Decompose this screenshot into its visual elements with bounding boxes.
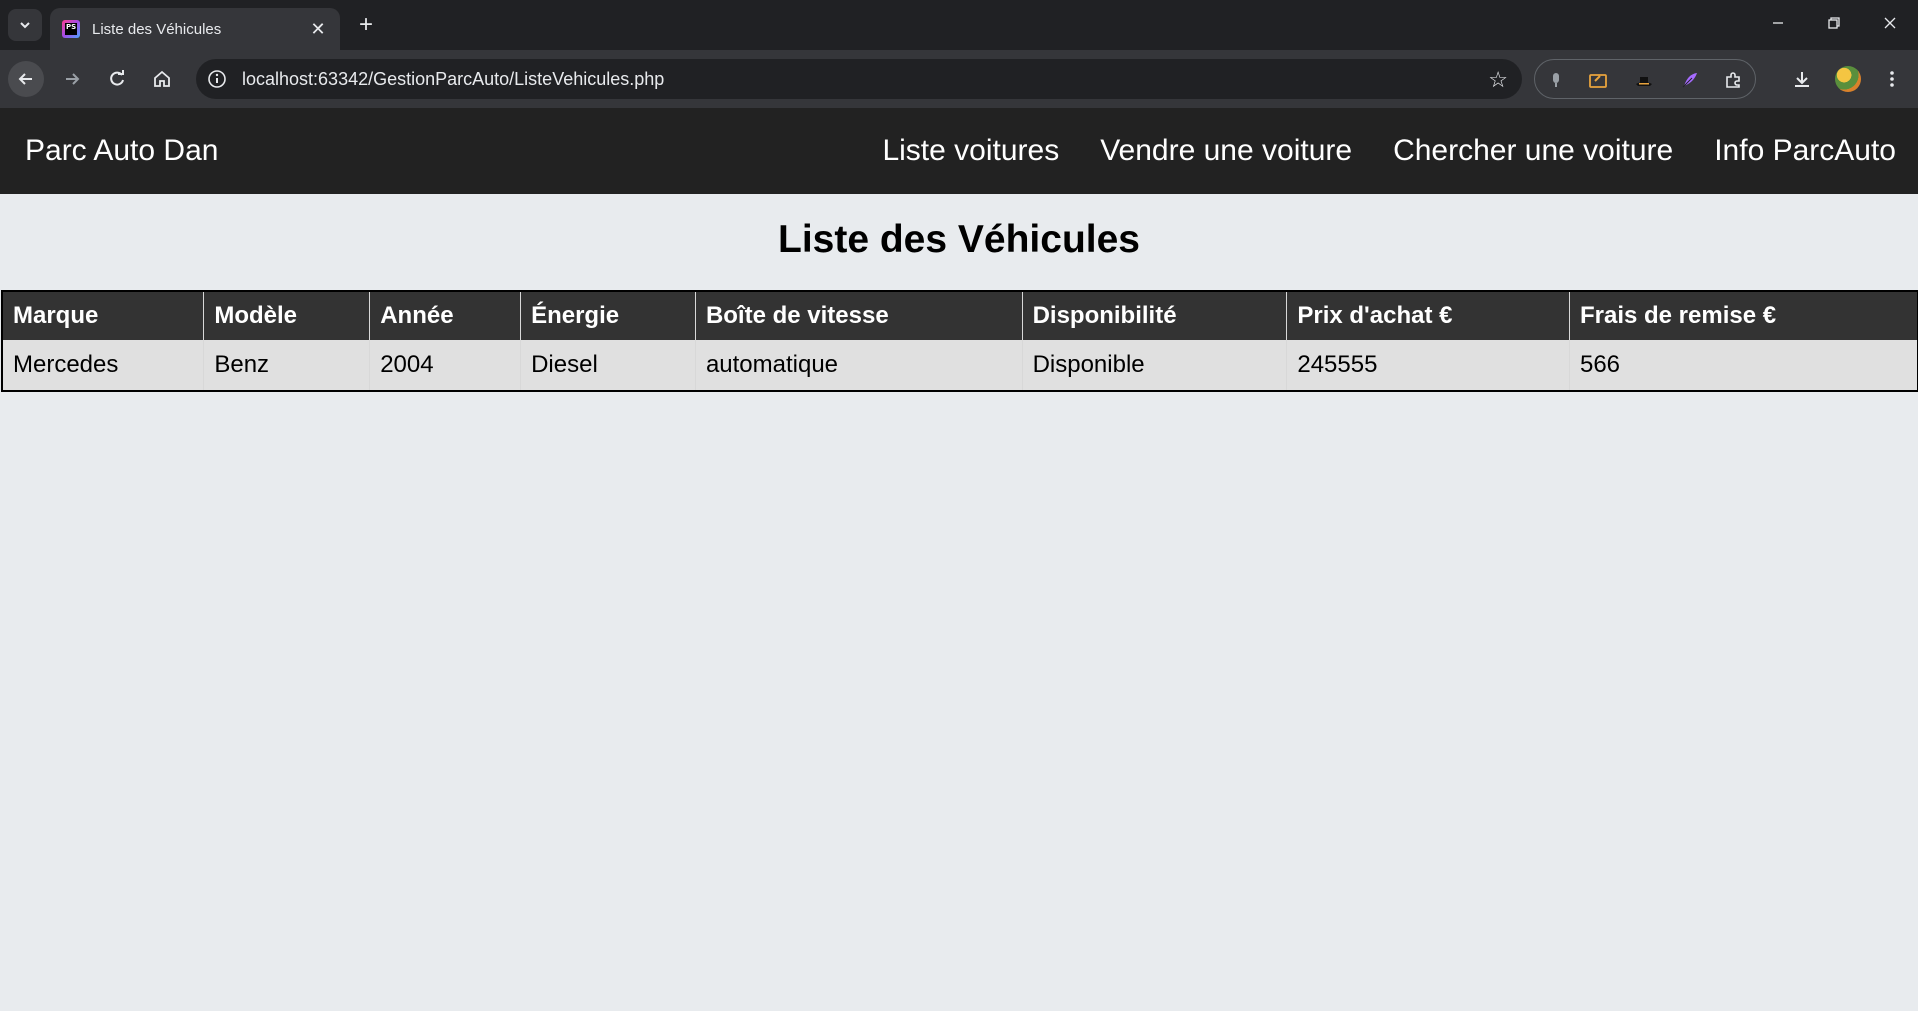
tab-title: Liste des Véhicules <box>92 20 222 38</box>
cell-prix-achat: 245555 <box>1286 340 1570 391</box>
cell-energie: Diesel <box>520 340 696 391</box>
site-info-icon[interactable] <box>206 68 228 90</box>
site-brand[interactable]: Parc Auto Dan <box>25 134 218 168</box>
page-title: Liste des Véhicules <box>778 218 1140 261</box>
chevron-down-icon <box>20 22 30 29</box>
tab-search-button[interactable] <box>8 9 42 41</box>
more-vertical-icon <box>1890 71 1894 87</box>
avatar <box>1835 66 1861 92</box>
column-header-prix-achat: Prix d'achat € <box>1286 291 1570 340</box>
forward-button[interactable] <box>54 61 90 97</box>
table-row: Mercedes Benz 2004 Diesel automatique Di… <box>2 340 1918 391</box>
close-window-button[interactable] <box>1870 8 1910 40</box>
column-header-annee: Année <box>369 291 522 340</box>
minimize-icon <box>1773 22 1783 24</box>
extensions-puzzle-icon[interactable] <box>1723 69 1745 91</box>
back-button[interactable] <box>8 61 44 97</box>
download-button[interactable] <box>1784 61 1820 97</box>
nav-info-parcauto[interactable]: Info ParcAuto <box>1714 134 1896 168</box>
address-bar[interactable]: localhost:63342/GestionParcAuto/ListeVeh… <box>196 59 1522 99</box>
download-icon <box>1795 72 1809 87</box>
column-header-modele: Modèle <box>203 291 371 340</box>
browser-tab-bar: PS Liste des Véhicules ✕ + <box>0 0 1918 50</box>
extension-hat-icon[interactable] <box>1633 69 1655 91</box>
extension-mic-icon[interactable] <box>1545 69 1567 91</box>
browser-tab[interactable]: PS Liste des Véhicules ✕ <box>50 8 340 50</box>
url-text: localhost:63342/GestionParcAuto/ListeVeh… <box>242 69 665 89</box>
cell-disponibilite: Disponible <box>1022 340 1288 391</box>
cell-marque: Mercedes <box>2 340 205 391</box>
extension-folder-icon[interactable] <box>1587 69 1609 91</box>
reload-icon <box>110 70 124 86</box>
browser-menu-button[interactable] <box>1874 61 1910 97</box>
home-icon <box>154 70 170 87</box>
phpstorm-favicon-icon: PS <box>62 20 80 38</box>
site-menu: Liste voitures Vendre une voiture Cherch… <box>882 134 1896 168</box>
restore-icon <box>1828 17 1840 29</box>
profile-button[interactable] <box>1830 61 1866 97</box>
home-button[interactable] <box>144 61 180 97</box>
cell-annee: 2004 <box>369 340 522 391</box>
nav-liste-voitures[interactable]: Liste voitures <box>882 134 1059 168</box>
column-header-frais-remise: Frais de remise € <box>1569 291 1918 340</box>
column-header-boite: Boîte de vitesse <box>695 291 1023 340</box>
restore-button[interactable] <box>1814 8 1854 40</box>
site-navbar: Parc Auto Dan Liste voitures Vendre une … <box>0 108 1918 194</box>
column-header-marque: Marque <box>2 291 205 340</box>
tab-close-icon[interactable]: ✕ <box>308 19 328 40</box>
arrow-right-icon <box>66 73 80 85</box>
page-content: Parc Auto Dan Liste voitures Vendre une … <box>0 108 1918 1013</box>
reload-button[interactable] <box>99 61 135 97</box>
column-header-disponibilite: Disponibilité <box>1022 291 1288 340</box>
nav-chercher-voiture[interactable]: Chercher une voiture <box>1393 134 1673 168</box>
new-tab-button[interactable]: + <box>352 12 380 40</box>
bookmark-star-icon[interactable]: ☆ <box>1488 67 1508 93</box>
cell-modele: Benz <box>203 340 371 391</box>
table-header-row: Marque Modèle Année Énergie Boîte de vit… <box>2 291 1918 340</box>
vehicles-table: Marque Modèle Année Énergie Boîte de vit… <box>1 290 1918 392</box>
cell-boite: automatique <box>695 340 1023 391</box>
cell-frais-remise: 566 <box>1569 340 1918 391</box>
browser-toolbar: localhost:63342/GestionParcAuto/ListeVeh… <box>0 50 1918 108</box>
nav-vendre-voiture[interactable]: Vendre une voiture <box>1100 134 1352 168</box>
close-icon <box>1884 17 1896 29</box>
extension-feather-icon[interactable] <box>1679 69 1701 91</box>
arrow-left-icon <box>18 73 32 85</box>
extensions-group <box>1534 59 1756 99</box>
column-header-energie: Énergie <box>520 291 696 340</box>
minimize-button[interactable] <box>1758 8 1798 40</box>
